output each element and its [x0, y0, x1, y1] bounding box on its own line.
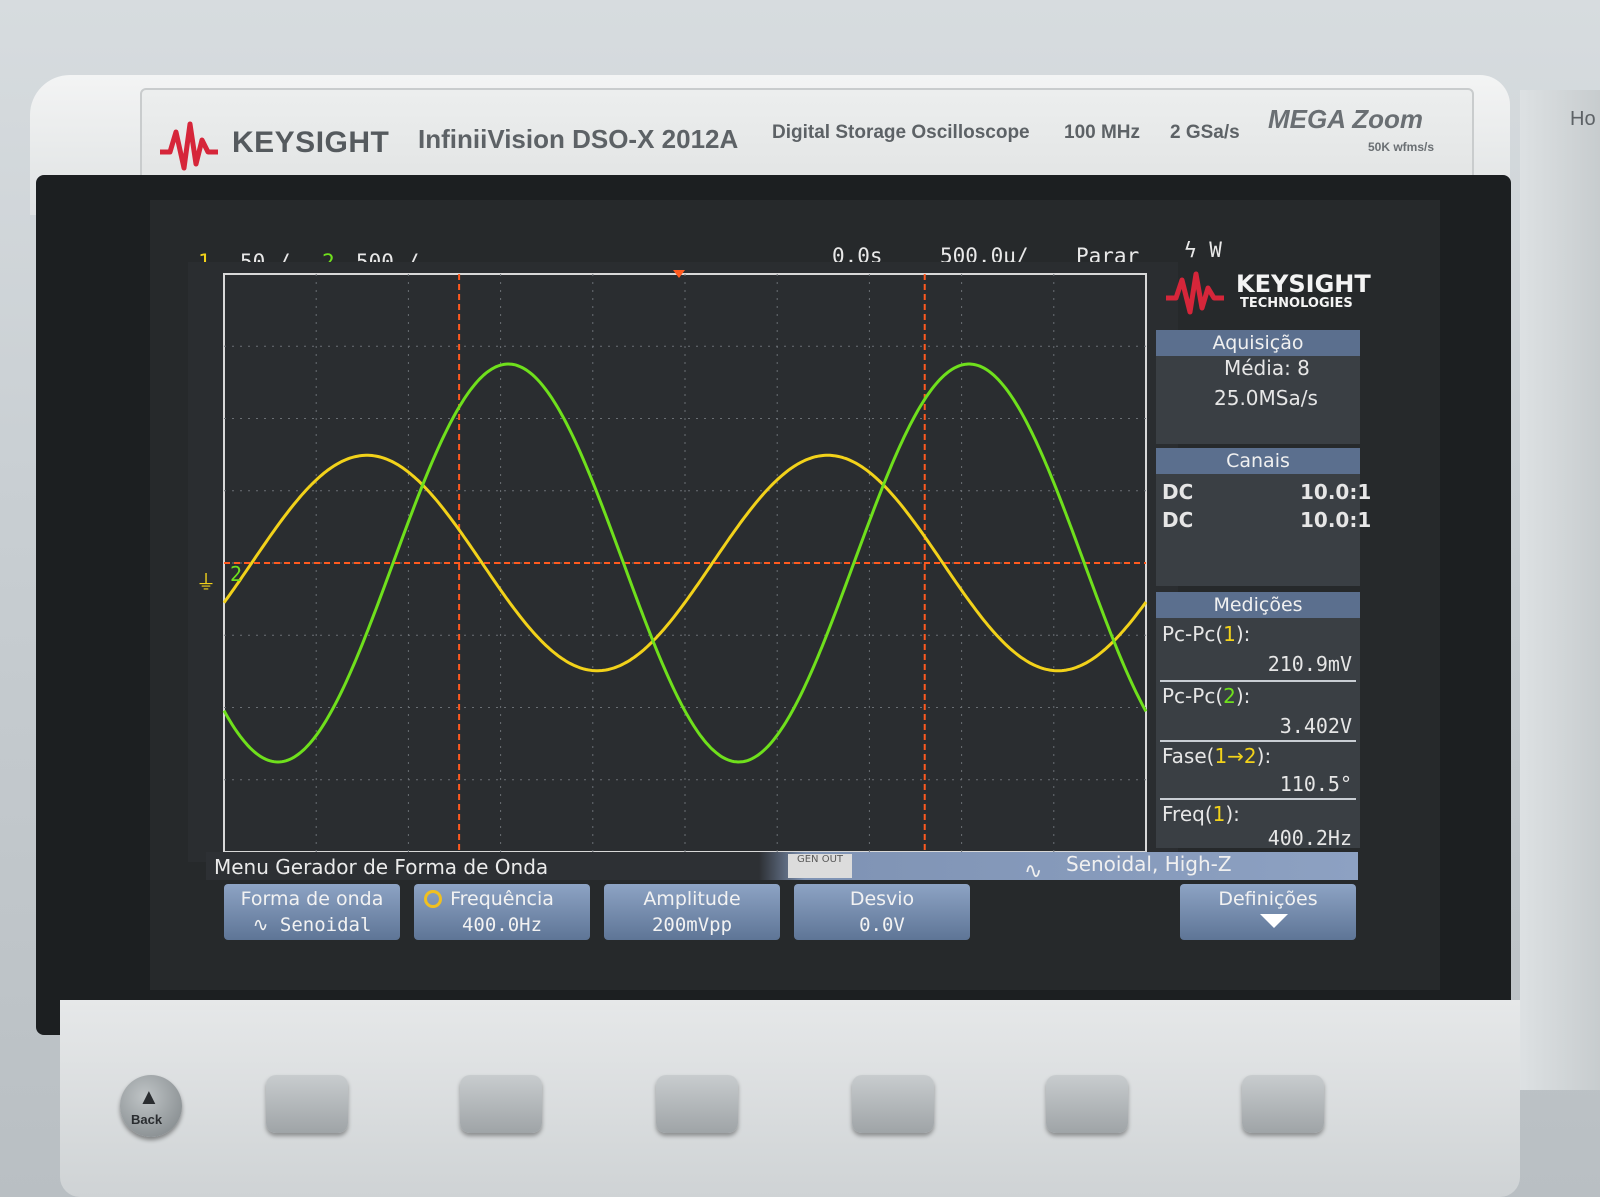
panel-logo-main: KEYSIGHT: [1236, 270, 1371, 298]
acquisition-mode: Média: 8: [1224, 356, 1310, 380]
side-panel-label: Ho: [1570, 108, 1596, 130]
measurement-divider: [1160, 798, 1356, 800]
arrow-down-icon: [1260, 914, 1288, 928]
softkey-label: Forma de onda: [240, 888, 384, 910]
device-description: Digital Storage Oscilloscope: [772, 122, 1030, 143]
measurement-value: 400.2Hz: [1267, 826, 1352, 850]
ch2-ground-marker[interactable]: 2: [230, 562, 242, 586]
measurement-label: Freq(1):: [1162, 802, 1240, 826]
waveform-display: [188, 262, 1178, 862]
physical-softkey-1[interactable]: [266, 1075, 348, 1133]
softkey-label: Amplitude: [643, 888, 741, 910]
megazoom-sub: 50K wfms/s: [1368, 140, 1435, 154]
ch2-probe: 10.0:1: [1300, 508, 1372, 532]
softkey-value: 0.0V: [859, 914, 905, 936]
bandwidth-spec: 100 MHz: [1064, 122, 1141, 143]
softkey-waveform[interactable]: Forma de onda ∿ Senoidal: [224, 884, 400, 940]
softkey-frequency[interactable]: Frequência 400.0Hz: [414, 884, 590, 940]
softkey-label: Frequência: [450, 888, 554, 910]
ch1-coupling: DC: [1162, 480, 1194, 504]
softkey-amplitude[interactable]: Amplitude 200mVpp: [604, 884, 780, 940]
panel-logo-sub: TECHNOLOGIES: [1240, 296, 1353, 311]
softkey-value: 400.0Hz: [461, 914, 543, 936]
ground-marker-icon[interactable]: ⏚: [196, 566, 216, 595]
measurement-value: 3.402V: [1279, 714, 1352, 738]
softkey-settings[interactable]: Definições: [1180, 884, 1356, 940]
ch2-coupling: DC: [1162, 508, 1194, 532]
measurements-header[interactable]: Medições: [1156, 592, 1360, 618]
sine-wave-icon: ∿: [1024, 858, 1043, 883]
generator-status: Senoidal, High-Z: [1066, 852, 1232, 876]
side-control-panel: [1520, 90, 1600, 1090]
gen-out-badge: GEN OUT: [788, 854, 852, 878]
measurement-label: Pc-Pc(1):: [1162, 622, 1251, 646]
arrow-up-icon: ▲: [138, 1084, 160, 1109]
physical-softkey-2[interactable]: [460, 1075, 542, 1133]
brand-name: KEYSIGHT: [232, 126, 390, 159]
physical-softkey-6[interactable]: [1242, 1075, 1324, 1133]
physical-softkey-3[interactable]: [656, 1075, 738, 1133]
back-button-label: Back: [131, 1112, 163, 1127]
physical-softkey-5[interactable]: [1046, 1075, 1128, 1133]
sample-rate-spec: 2 GSa/s: [1170, 122, 1240, 143]
channels-header[interactable]: Canais: [1156, 448, 1360, 474]
acquisition-rate: 25.0MSa/s: [1214, 386, 1318, 410]
measurement-label: Pc-Pc(2):: [1162, 684, 1251, 708]
measurement-divider: [1160, 680, 1356, 682]
measurement-label: Fase(1→2):: [1162, 744, 1272, 768]
softkey-value: 200mVpp: [651, 914, 733, 936]
measurement-value: 210.9mV: [1267, 652, 1352, 676]
measurement-value: 110.5°: [1279, 772, 1352, 796]
keysight-wave-icon: [160, 121, 218, 171]
trigger-status[interactable]: ϟ W: [1184, 238, 1222, 262]
megazoom-logo: MEGA Zoom: [1268, 104, 1424, 134]
physical-softkey-4[interactable]: [852, 1075, 934, 1133]
menu-title: Menu Gerador de Forma de Onda: [214, 855, 549, 879]
acquisition-header[interactable]: Aquisição: [1156, 330, 1360, 356]
softkey-value: ∿ Senoidal: [252, 914, 372, 936]
model-name: InfiniiVision DSO-X 2012A: [418, 124, 739, 154]
ch1-probe: 10.0:1: [1300, 480, 1372, 504]
softkey-label: Definições: [1218, 888, 1318, 910]
softkey-offset[interactable]: Desvio 0.0V: [794, 884, 970, 940]
softkey-label: Desvio: [849, 888, 915, 910]
measurement-divider: [1160, 740, 1356, 742]
